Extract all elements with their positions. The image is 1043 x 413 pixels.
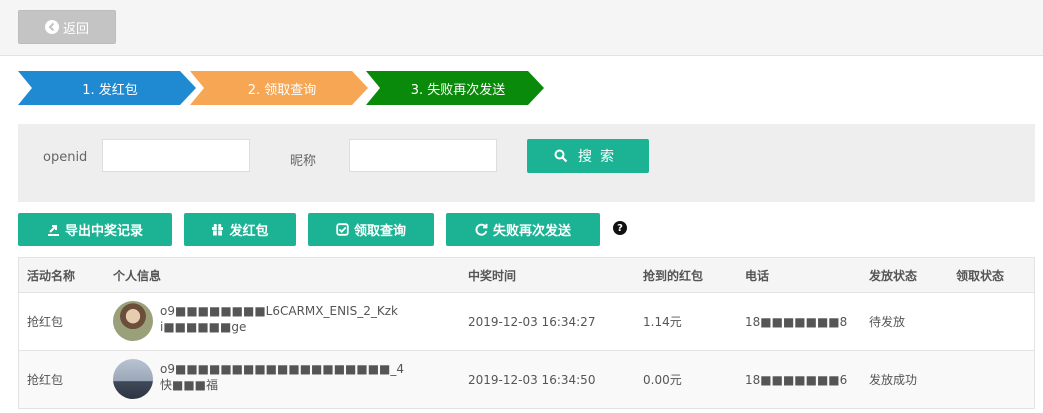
- avatar: [113, 301, 153, 341]
- search-icon: [554, 149, 568, 163]
- header-receive-status: 领取状态: [956, 268, 1005, 283]
- header-phone: 电话: [745, 268, 770, 283]
- resend-failed-button[interactable]: 失败再次发送: [446, 213, 600, 246]
- search-button[interactable]: 搜索: [527, 139, 649, 173]
- send-red-packet-button[interactable]: 发红包: [184, 213, 296, 246]
- back-button-label: 返回: [62, 21, 89, 37]
- help-icon[interactable]: ?: [613, 221, 627, 235]
- arrow-left-circle-icon: [44, 20, 59, 34]
- search-button-label: 搜索: [578, 149, 622, 165]
- personal-info: o9■■■■■■■■L6CARMX_ENIS_2_Kzk i■■■■■■ge: [160, 303, 398, 335]
- phone-cell: 18■■■■■■■8: [745, 314, 848, 329]
- personal-info: o9■■■■■■■■■■■■■■■■■■■_4 快■■■福: [160, 361, 404, 393]
- avatar: [113, 359, 153, 399]
- openid-text: o9■■■■■■■■L6CARMX_ENIS_2_Kzk: [160, 304, 398, 318]
- table-row[interactable]: 抢红包 o9■■■■■■■■L6CARMX_ENIS_2_Kzk i■■■■■■…: [19, 293, 1034, 351]
- win-time-cell: 2019-12-03 16:34:50: [468, 372, 596, 387]
- openid-input[interactable]: [102, 139, 250, 172]
- amount-cell: 1.14元: [643, 315, 682, 329]
- receive-query-button[interactable]: 领取查询: [308, 213, 434, 246]
- export-records-button[interactable]: 导出中奖记录: [18, 213, 172, 246]
- step-receive-query[interactable]: 2. 领取查询: [190, 71, 368, 105]
- check-square-icon: [336, 223, 349, 236]
- win-time-cell: 2019-12-03 16:34:27: [468, 314, 596, 329]
- phone-cell: 18■■■■■■■6: [745, 372, 848, 387]
- table-row[interactable]: 抢红包 o9■■■■■■■■■■■■■■■■■■■_4 快■■■福 2019-1…: [19, 351, 1034, 408]
- activity-cell: 抢红包: [27, 373, 64, 387]
- openid-label: openid: [43, 150, 88, 165]
- header-personal-info: 个人信息: [113, 268, 162, 283]
- step-resend-failed[interactable]: 3. 失败再次发送: [366, 71, 544, 105]
- activity-cell: 抢红包: [27, 315, 64, 329]
- header-win-time: 中奖时间: [468, 268, 517, 283]
- nickname-text: i■■■■■■ge: [160, 320, 247, 334]
- openid-text: o9■■■■■■■■■■■■■■■■■■■_4: [160, 362, 405, 376]
- amount-cell: 0.00元: [643, 373, 682, 387]
- table-header: 活动名称 个人信息 中奖时间 抢到的红包 电话 发放状态 领取状态: [19, 258, 1034, 293]
- top-toolbar: 返回: [0, 0, 1043, 56]
- winners-table: 活动名称 个人信息 中奖时间 抢到的红包 电话 发放状态 领取状态 抢红包 o9…: [18, 257, 1035, 409]
- header-send-status: 发放状态: [869, 268, 918, 283]
- back-button[interactable]: 返回: [18, 10, 116, 44]
- nickname-label: 昵称: [290, 154, 317, 169]
- send-status-cell: 待发放: [869, 315, 906, 329]
- refresh-icon: [475, 223, 488, 236]
- gift-icon: [212, 223, 224, 236]
- nickname-text: 快■■■福: [160, 378, 219, 392]
- header-activity: 活动名称: [27, 268, 76, 283]
- step-send-red-packet[interactable]: 1. 发红包: [18, 71, 196, 105]
- header-amount: 抢到的红包: [643, 268, 704, 283]
- nickname-input[interactable]: [349, 139, 497, 172]
- search-panel: openid 昵称 搜索: [18, 124, 1035, 202]
- send-status-cell: 发放成功: [869, 373, 918, 387]
- export-icon: [47, 225, 59, 236]
